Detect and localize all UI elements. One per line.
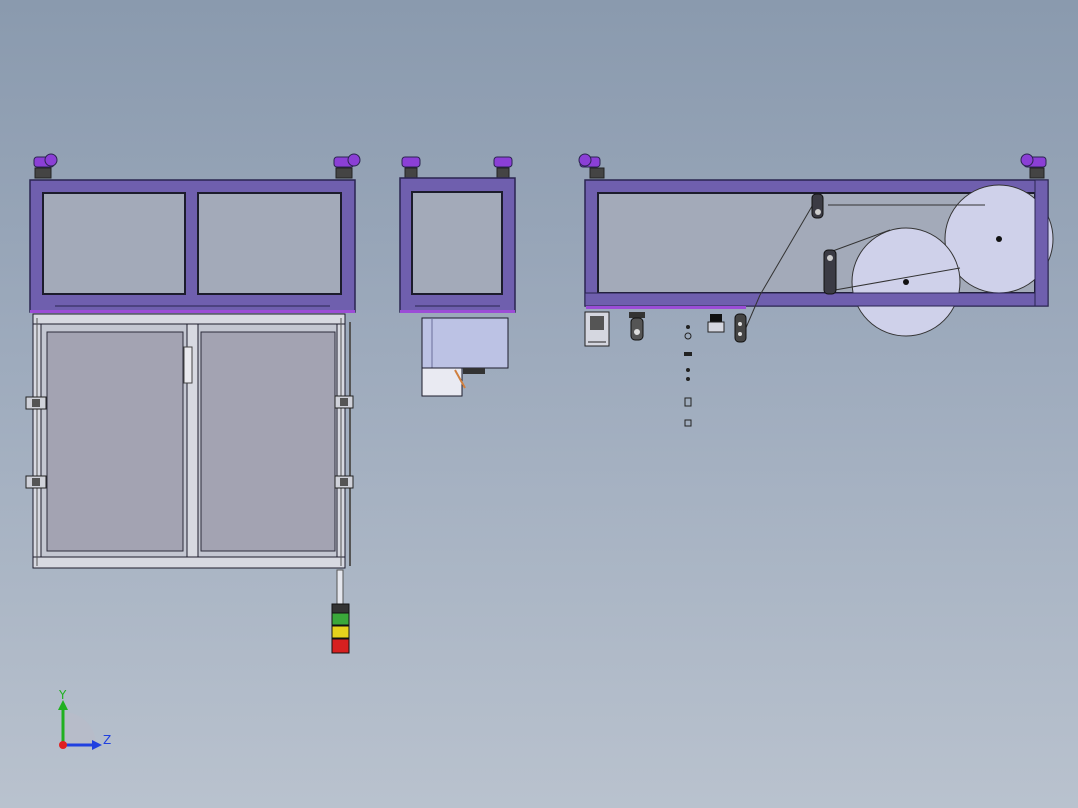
panel-right bbox=[200, 331, 336, 552]
panel-left bbox=[46, 331, 184, 552]
z-axis-label: Z bbox=[103, 733, 111, 747]
junction-box bbox=[584, 311, 610, 347]
caster-wheel-icon bbox=[1020, 153, 1047, 179]
signal-light-yellow bbox=[331, 625, 350, 639]
front-view[interactable] bbox=[25, 153, 361, 654]
bracket-icon bbox=[629, 312, 645, 341]
hinge-icon bbox=[334, 395, 354, 409]
signal-light-green bbox=[331, 612, 350, 626]
orientation-triad[interactable]: Y Z bbox=[58, 688, 111, 750]
caster-wheel-icon bbox=[493, 156, 513, 179]
hinge-icon bbox=[25, 475, 47, 489]
caster-wheel-icon bbox=[401, 156, 421, 179]
x-axis-icon bbox=[59, 741, 67, 749]
motor-housing bbox=[421, 317, 509, 397]
hinge-icon bbox=[334, 475, 354, 489]
tensioner-arm bbox=[811, 193, 824, 219]
side-view[interactable] bbox=[399, 156, 516, 397]
y-axis-label: Y bbox=[58, 688, 67, 702]
signal-light-red bbox=[331, 638, 350, 654]
window-opening-left bbox=[42, 192, 186, 295]
model-scene[interactable]: Y Z bbox=[0, 0, 1078, 808]
tensioner-arm bbox=[823, 249, 837, 295]
caster-wheel-icon bbox=[333, 153, 361, 179]
caster-wheel-icon bbox=[578, 153, 605, 179]
fastener-stack bbox=[684, 325, 692, 427]
window-opening-right bbox=[197, 192, 342, 295]
caster-wheel-icon bbox=[33, 153, 58, 179]
hinge-icon bbox=[25, 396, 47, 410]
cad-viewport[interactable]: Y Z bbox=[0, 0, 1078, 808]
side-window-opening bbox=[411, 191, 503, 295]
bracket-icon bbox=[707, 313, 747, 343]
signal-tower-light[interactable] bbox=[331, 569, 350, 654]
end-view[interactable] bbox=[578, 153, 1054, 427]
